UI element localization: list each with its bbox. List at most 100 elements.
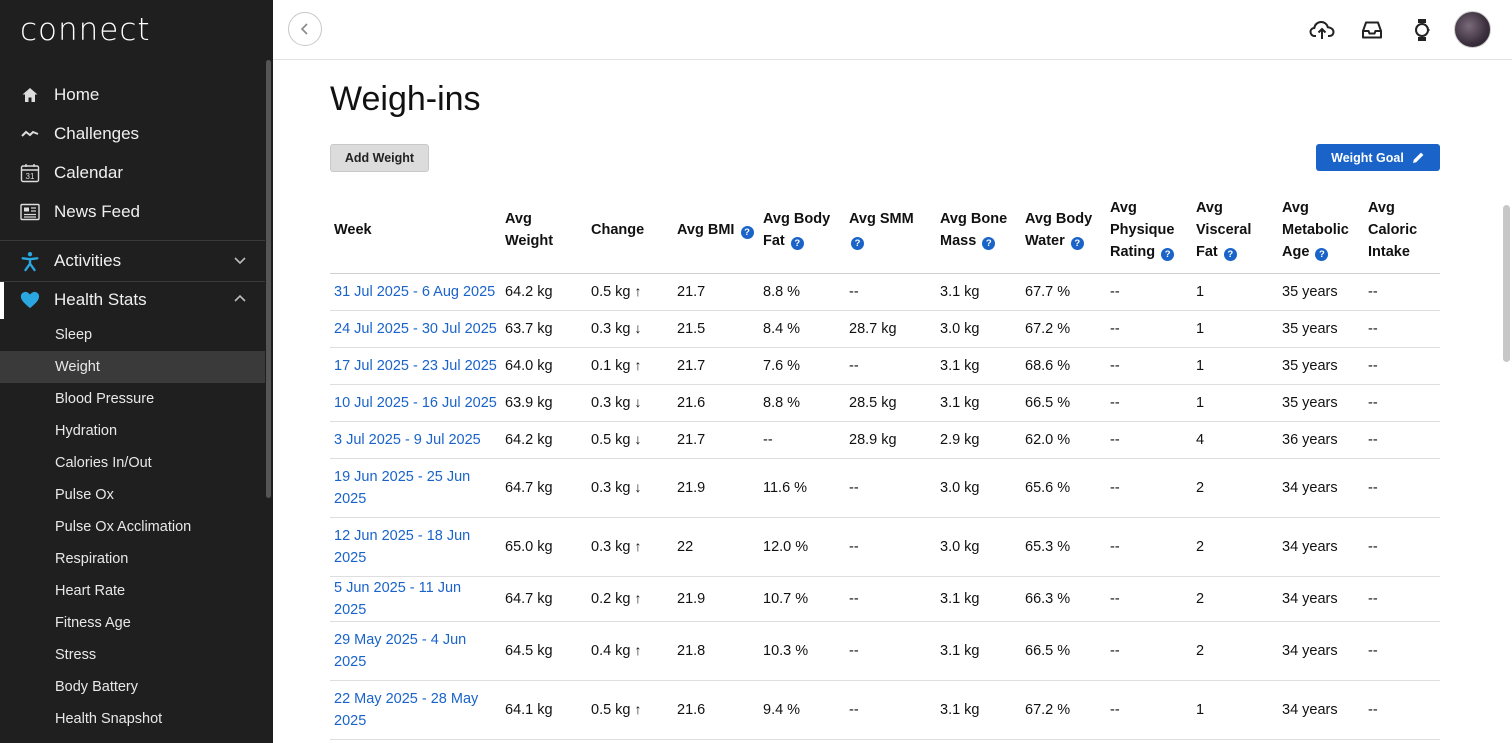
sidebar-subitem-hydration[interactable]: Hydration xyxy=(0,415,265,447)
inbox-icon[interactable] xyxy=(1359,17,1385,43)
sidebar-item-label: Home xyxy=(54,85,100,104)
cell-avg-body-fat: 8.4 % xyxy=(759,310,845,348)
header-avg-bmi: Avg BMI ? xyxy=(673,193,759,274)
sidebar-subitem-blood-pressure[interactable]: Blood Pressure xyxy=(0,383,265,415)
sidebar-item-news-feed[interactable]: News Feed xyxy=(0,194,265,230)
sidebar-subitem-health-snapshot[interactable]: Health Snapshot xyxy=(0,703,265,735)
cell-avg-metabolic-age: 36 years xyxy=(1278,421,1364,459)
help-icon[interactable]: ? xyxy=(790,236,804,250)
cell-avg-visceral-fat: 2 xyxy=(1192,621,1278,681)
help-icon[interactable]: ? xyxy=(1070,236,1084,250)
upload-cloud-icon[interactable] xyxy=(1309,17,1335,43)
sidebar-item-challenges[interactable]: Challenges xyxy=(0,116,265,152)
avatar[interactable] xyxy=(1454,11,1491,48)
sidebar-item-health-stats[interactable]: Health Stats xyxy=(0,282,265,318)
main-scrollbar[interactable] xyxy=(1503,205,1510,362)
cell-avg-body-water: 62.0 % xyxy=(1021,421,1106,459)
cell-change: 0.3 kg ↓ xyxy=(587,384,673,422)
help-icon[interactable]: ? xyxy=(1161,247,1175,261)
sidebar-subitem-respiration[interactable]: Respiration xyxy=(0,543,265,575)
sidebar-subitem-body-battery[interactable]: Body Battery xyxy=(0,671,265,703)
challenges-icon xyxy=(20,124,40,144)
weight-goal-label: Weight Goal xyxy=(1331,150,1404,165)
header-avg-metabolic-age: Avg Metabolic Age ? xyxy=(1278,193,1364,274)
connect-logo[interactable]: connect xyxy=(20,12,151,48)
header-change: Change xyxy=(587,193,673,274)
cell-avg-bone-mass: 2.9 kg xyxy=(936,421,1021,459)
back-button[interactable] xyxy=(288,12,322,46)
header-avg-visceral-fat: Avg Visceral Fat ? xyxy=(1192,193,1278,274)
cell-change: 0.1 kg ↑ xyxy=(587,347,673,385)
cell-week[interactable]: 29 May 2025 - 4 Jun 2025 xyxy=(330,621,501,681)
table-row: 17 Jul 2025 - 23 Jul 2025 64.0 kg 0.1 kg ↑ 2… xyxy=(330,347,1440,385)
cell-avg-body-fat: 10.7 % xyxy=(759,576,845,622)
cell-avg-weight: 63.9 kg xyxy=(501,384,587,422)
change-value: 0.3 kg xyxy=(591,321,631,337)
sidebar-item-label: Challenges xyxy=(54,124,140,143)
cell-avg-metabolic-age: 34 years xyxy=(1278,621,1364,681)
sidebar-subitem-sleep[interactable]: Sleep xyxy=(0,319,265,351)
cell-avg-caloric-intake: -- xyxy=(1364,680,1440,740)
back-chevron-icon xyxy=(300,23,308,35)
change-value: 0.5 kg xyxy=(591,432,631,448)
add-weight-button[interactable]: Add Weight xyxy=(330,144,429,172)
arrow-down-icon: ↓ xyxy=(634,479,642,495)
sidebar-subitem-pulse-ox[interactable]: Pulse Ox xyxy=(0,479,265,511)
cell-week[interactable]: 24 Jul 2025 - 30 Jul 2025 xyxy=(330,310,501,348)
cell-change: 0.3 kg ↓ xyxy=(587,310,673,348)
cell-week[interactable]: 5 Jun 2025 - 11 Jun 2025 xyxy=(330,576,501,622)
cell-avg-bone-mass: 3.1 kg xyxy=(936,680,1021,740)
cell-avg-caloric-intake: -- xyxy=(1364,347,1440,385)
help-icon[interactable]: ? xyxy=(982,236,996,250)
header-label: Avg Bone Mass xyxy=(940,210,1008,249)
help-icon[interactable]: ? xyxy=(851,236,864,250)
cell-avg-metabolic-age: 34 years xyxy=(1278,458,1364,518)
sidebar-item-home[interactable]: Home xyxy=(0,77,265,113)
cell-week[interactable]: 19 Jun 2025 - 25 Jun 2025 xyxy=(330,458,501,518)
sidebar-subitem-weight[interactable]: Weight xyxy=(0,351,265,383)
weight-goal-button[interactable]: Weight Goal xyxy=(1316,144,1440,171)
cell-avg-metabolic-age: 35 years xyxy=(1278,347,1364,385)
cell-avg-weight: 64.0 kg xyxy=(501,347,587,385)
help-icon[interactable]: ? xyxy=(1223,247,1237,261)
sidebar-subitem-stress[interactable]: Stress xyxy=(0,639,265,671)
sidebar-subitem-fitness-age[interactable]: Fitness Age xyxy=(0,607,265,639)
cell-avg-bone-mass: 3.0 kg xyxy=(936,517,1021,577)
cell-avg-bmi: 21.5 xyxy=(673,310,759,348)
table-row: 12 Jun 2025 - 18 Jun 2025 65.0 kg 0.3 kg ↑ 2… xyxy=(330,517,1440,577)
cell-avg-smm: -- xyxy=(845,458,936,518)
help-icon[interactable]: ? xyxy=(740,225,754,239)
cell-week[interactable]: 17 Jul 2025 - 23 Jul 2025 xyxy=(330,347,501,385)
sidebar-item-label: Activities xyxy=(54,251,122,270)
cell-avg-caloric-intake: -- xyxy=(1364,458,1440,518)
sidebar-item-label: Health Stats xyxy=(54,290,147,309)
cell-avg-metabolic-age: 34 years xyxy=(1278,680,1364,740)
cell-avg-bmi: 21.7 xyxy=(673,273,759,311)
cell-avg-body-fat: -- xyxy=(759,421,845,459)
cell-avg-caloric-intake: -- xyxy=(1364,576,1440,622)
header-label: Avg SMM xyxy=(849,210,914,227)
cell-week[interactable]: 3 Jul 2025 - 9 Jul 2025 xyxy=(330,421,501,459)
cell-week[interactable]: 10 Jul 2025 - 16 Jul 2025 xyxy=(330,384,501,422)
header-avg-body-fat: Avg Body Fat ? xyxy=(759,193,845,274)
change-value: 0.3 kg xyxy=(591,480,631,496)
change-value: 0.3 kg xyxy=(591,539,631,555)
arrow-down-icon: ↓ xyxy=(634,394,642,410)
sidebar-scrollbar[interactable] xyxy=(266,60,271,498)
sidebar-subitem-calories[interactable]: Calories In/Out xyxy=(0,447,265,479)
cell-week[interactable]: 12 Jun 2025 - 18 Jun 2025 xyxy=(330,517,501,577)
sidebar-item-activities[interactable]: Activities xyxy=(0,243,265,279)
sidebar-item-label: Calendar xyxy=(54,163,123,182)
sidebar-subitem-heart-rate[interactable]: Heart Rate xyxy=(0,575,265,607)
cell-avg-weight: 64.7 kg xyxy=(501,458,587,518)
help-icon[interactable]: ? xyxy=(1315,247,1329,261)
sidebar-item-calendar[interactable]: 31 Calendar xyxy=(0,155,265,191)
cell-avg-visceral-fat: 1 xyxy=(1192,273,1278,311)
cell-avg-physique-rating: -- xyxy=(1106,347,1192,385)
cell-week[interactable]: 22 May 2025 - 28 May 2025 xyxy=(330,680,501,740)
watch-icon[interactable] xyxy=(1409,17,1435,43)
cell-avg-body-water: 67.2 % xyxy=(1021,310,1106,348)
cell-avg-physique-rating: -- xyxy=(1106,310,1192,348)
sidebar-subitem-pulse-ox-acclimation[interactable]: Pulse Ox Acclimation xyxy=(0,511,265,543)
cell-week[interactable]: 31 Jul 2025 - 6 Aug 2025 xyxy=(330,273,501,311)
